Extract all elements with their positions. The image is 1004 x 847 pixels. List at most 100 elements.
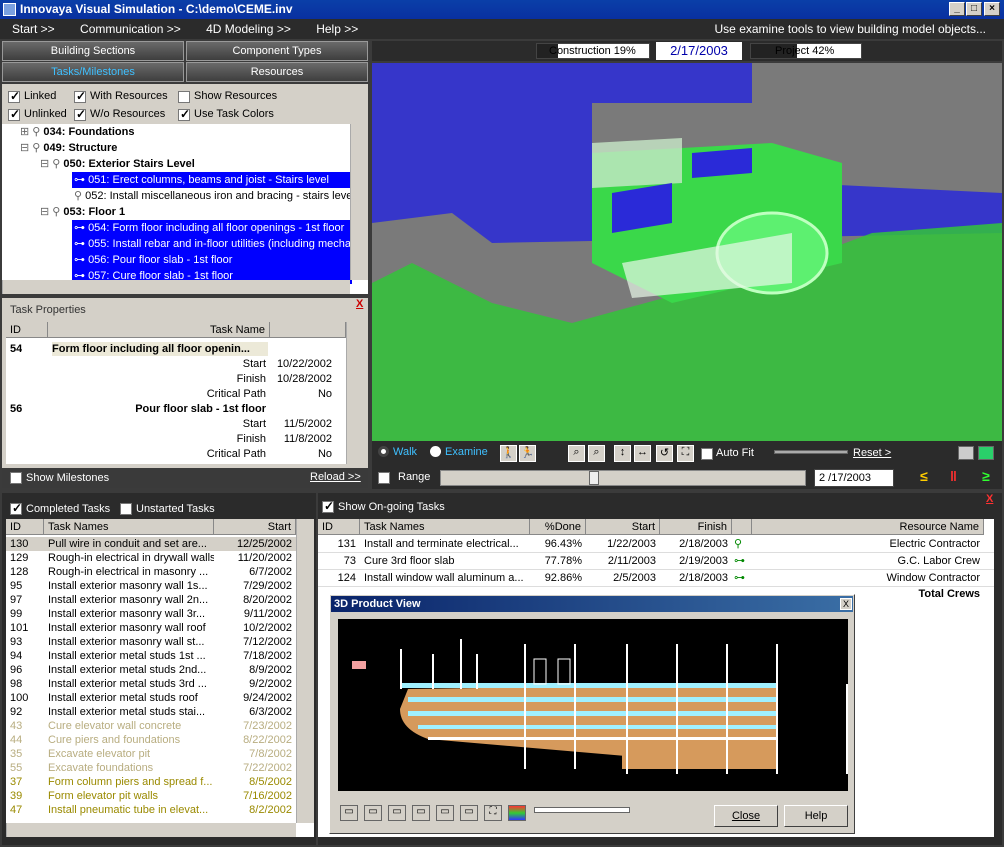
- table-row[interactable]: 124 Install window wall aluminum a... 92.8…: [318, 571, 994, 587]
- table-row[interactable]: 128 Rough-in electrical in masonry ... 6/7…: [6, 565, 296, 579]
- fit-view-icon[interactable]: ⛶: [484, 805, 502, 821]
- menu-4d-modeling[interactable]: 4D Modeling >>: [206, 22, 291, 36]
- auto-fit-checkbox[interactable]: [701, 448, 713, 460]
- tree-item-selected[interactable]: ⊶ 056: Pour floor slab - 1st floor: [72, 252, 352, 268]
- timeline-thumb[interactable]: [589, 471, 599, 485]
- table-row[interactable]: 101 Install exterior masonry wall roof 10/…: [6, 621, 296, 635]
- show-milestones-checkbox[interactable]: [10, 472, 22, 484]
- table-row[interactable]: 55 Excavate foundations 7/22/2002: [6, 761, 296, 775]
- table-row[interactable]: 93 Install exterior masonry wall st... 7/1…: [6, 635, 296, 649]
- run-person-icon[interactable]: 🏃: [519, 445, 536, 462]
- table-row[interactable]: 37 Form column piers and spread f... 8/5/2…: [6, 775, 296, 789]
- tree-item[interactable]: ⊟ ⚲ 053: Floor 1: [40, 204, 125, 220]
- tree-vscrollbar[interactable]: [350, 124, 368, 280]
- examine-radio[interactable]: [430, 446, 441, 457]
- view-mode-icon[interactable]: [978, 446, 994, 460]
- menu-start[interactable]: Start >>: [12, 22, 55, 36]
- product-view-close-button[interactable]: Close: [714, 805, 778, 827]
- tab-tasks-milestones[interactable]: Tasks/Milestones: [2, 62, 184, 82]
- unstarted-tasks-checkbox[interactable]: [120, 503, 132, 515]
- table-row[interactable]: 43 Cure elevator wall concrete 7/23/2002: [6, 719, 296, 733]
- table-row[interactable]: 129 Rough-in electrical in drywall walls 1…: [6, 551, 296, 565]
- date-picker[interactable]: 2 /17/2003: [814, 469, 894, 487]
- view-front-icon[interactable]: ▭: [340, 805, 358, 821]
- walk-radio[interactable]: [378, 446, 389, 457]
- table-row[interactable]: 94 Install exterior metal studs 1st ... 7/…: [6, 649, 296, 663]
- table-row[interactable]: 99 Install exterior masonry wall 3r... 9/1…: [6, 607, 296, 621]
- pause-icon[interactable]: ‖: [950, 468, 957, 484]
- task-properties-close[interactable]: X: [356, 298, 363, 310]
- table-row[interactable]: 92 Install exterior metal studs stai... 6/…: [6, 705, 296, 719]
- range-checkbox[interactable]: [378, 472, 390, 484]
- tree-item[interactable]: ⊟ ⚲ 049: Structure: [20, 140, 117, 156]
- pan-icon[interactable]: ↔: [634, 445, 651, 462]
- view-back-icon[interactable]: ▭: [364, 805, 382, 821]
- with-resources-checkbox[interactable]: [74, 89, 86, 103]
- table-row[interactable]: 130 Pull wire in conduit and set are... 12…: [6, 537, 296, 551]
- speed-slider[interactable]: [774, 450, 848, 454]
- props-vscrollbar[interactable]: [346, 322, 364, 464]
- fit-icon[interactable]: ⛶: [677, 445, 694, 462]
- reload-link[interactable]: Reload >>: [310, 471, 361, 483]
- table-row[interactable]: 100 Install exterior metal studs roof 9/24…: [6, 691, 296, 705]
- use-task-colors-checkbox[interactable]: [178, 107, 190, 121]
- table-row[interactable]: 35 Excavate elevator pit 7/8/2002: [6, 747, 296, 761]
- tab-building-sections[interactable]: Building Sections: [2, 41, 184, 61]
- tree-item-selected[interactable]: ⊶ 051: Erect columns, beams and joist - …: [72, 172, 352, 188]
- menu-communication[interactable]: Communication >>: [80, 22, 181, 36]
- reset-link[interactable]: Reset >: [853, 447, 891, 459]
- walk-person-icon[interactable]: 🚶: [500, 445, 517, 462]
- zoom-in-icon[interactable]: ⌕: [568, 445, 585, 462]
- table-row[interactable]: 96 Install exterior metal studs 2nd... 8/9…: [6, 663, 296, 677]
- menu-help[interactable]: Help >>: [316, 22, 358, 36]
- product-view-canvas[interactable]: [338, 619, 848, 791]
- completed-vscrollbar[interactable]: [296, 519, 314, 823]
- table-row[interactable]: 47 Install pneumatic tube in elevat... 8/2…: [6, 803, 296, 817]
- maximize-button[interactable]: □: [966, 2, 982, 16]
- timeline-slider[interactable]: [440, 470, 806, 486]
- tree-item-selected[interactable]: ⊶ 055: Install rebar and in-floor utilit…: [72, 236, 352, 252]
- unlinked-checkbox[interactable]: [8, 107, 20, 121]
- show-resources-checkbox[interactable]: [178, 91, 190, 103]
- table-row[interactable]: 95 Install exterior masonry wall 1s... 7/2…: [6, 579, 296, 593]
- tab-component-types[interactable]: Component Types: [186, 41, 368, 61]
- cell-start: 7/18/2002: [243, 650, 292, 662]
- tree-item[interactable]: ⊟ ⚲ 050: Exterior Stairs Level: [40, 156, 195, 172]
- ongoing-close[interactable]: X: [986, 493, 993, 505]
- product-view-help-button[interactable]: Help: [784, 805, 848, 827]
- table-row[interactable]: 131 Install and terminate electrical... 96…: [318, 537, 994, 553]
- view-right-icon[interactable]: ▭: [412, 805, 430, 821]
- close-window-button[interactable]: ×: [984, 2, 1000, 16]
- wo-resources-checkbox[interactable]: [74, 107, 86, 121]
- view-layout-icon[interactable]: [958, 446, 974, 460]
- view-top-icon[interactable]: ▭: [436, 805, 454, 821]
- tree-item[interactable]: ⊞ ⚲ 034: Foundations: [20, 124, 134, 140]
- view-bottom-icon[interactable]: ▭: [460, 805, 478, 821]
- table-row[interactable]: 44 Cure piers and foundations 8/22/2002: [6, 733, 296, 747]
- move-up-icon[interactable]: ↕: [614, 445, 631, 462]
- tree-hscrollbar[interactable]: [2, 280, 350, 294]
- table-row[interactable]: 73 Cure 3rd floor slab 77.78% 2/11/2003 2/19…: [318, 554, 994, 570]
- zoom-out-icon[interactable]: ⌕: [588, 445, 605, 462]
- table-row[interactable]: 39 Form elevator pit walls 7/16/2002: [6, 789, 296, 803]
- view-left-icon[interactable]: ▭: [388, 805, 406, 821]
- cell-name: Install exterior masonry wall 1s...: [48, 580, 208, 592]
- color-legend-icon[interactable]: [508, 805, 526, 821]
- product-view-close-x[interactable]: X: [840, 598, 852, 610]
- tree-item-selected[interactable]: ⊶ 054: Form floor including all floor op…: [72, 220, 352, 236]
- minimize-button[interactable]: _: [949, 2, 965, 16]
- linked-checkbox[interactable]: [8, 89, 20, 103]
- table-row[interactable]: 97 Install exterior masonry wall 2n... 8/2…: [6, 593, 296, 607]
- range-label: Range: [398, 471, 431, 483]
- step-back-icon[interactable]: ≤: [920, 468, 928, 484]
- show-ongoing-checkbox[interactable]: [322, 499, 334, 513]
- 3d-model-view[interactable]: [372, 63, 1002, 441]
- tab-resources[interactable]: Resources: [186, 62, 368, 82]
- table-row[interactable]: 98 Install exterior metal studs 3rd ... 9/…: [6, 677, 296, 691]
- play-icon[interactable]: ≥: [982, 468, 990, 484]
- rotate-icon[interactable]: ↺: [656, 445, 673, 462]
- product-view-slider[interactable]: [534, 807, 630, 813]
- tree-item[interactable]: ⚲ 052: Install miscellaneous iron and br…: [74, 188, 352, 204]
- completed-hscrollbar[interactable]: [6, 823, 296, 837]
- completed-tasks-checkbox[interactable]: [10, 501, 22, 515]
